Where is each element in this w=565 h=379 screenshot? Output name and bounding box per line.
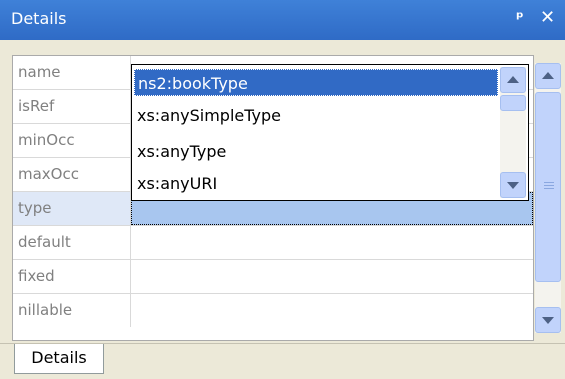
dropdown-scrollbar[interactable] [500,67,526,198]
fixed-select[interactable] [131,260,533,293]
scroll-thumb[interactable] [535,92,561,282]
property-row-fixed[interactable]: fixed [13,260,533,294]
titlebar: Details ᵖ ✕ [0,0,565,40]
property-label: name [13,56,131,89]
type-dropdown-list[interactable]: ns2:bookType xs:anySimpleType xs:anyType… [131,64,529,201]
scroll-down-icon[interactable] [500,172,526,198]
scroll-thumb[interactable] [500,95,526,111]
dropdown-option[interactable]: ns2:bookType [134,69,498,96]
property-label: maxOcc [13,158,131,191]
dropdown-option[interactable]: xs:anyURI [134,170,498,197]
property-label: minOcc [13,124,131,157]
property-label: default [13,226,131,259]
property-label: nillable [13,294,131,327]
nillable-select[interactable] [131,294,533,327]
dropdown-option[interactable]: xs:anyType [134,138,498,165]
scroll-down-icon[interactable] [535,307,561,333]
grid-scrollbar[interactable] [535,63,561,333]
property-label: fixed [13,260,131,293]
scroll-up-icon[interactable] [535,63,561,89]
property-row-nillable[interactable]: nillable [13,294,533,328]
default-select[interactable] [131,226,533,259]
tab-strip: Details [0,343,565,379]
pin-icon[interactable]: ᵖ [516,8,524,27]
window-title: Details [11,9,67,28]
tab-details[interactable]: Details [14,344,104,374]
details-window: Details ᵖ ✕ name isRef minOcc maxOcc typ… [0,0,565,379]
dropdown-option[interactable]: xs:anySimpleType [134,102,498,129]
grip-icon [544,182,554,189]
close-icon[interactable]: ✕ [540,7,555,28]
property-label: isRef [13,90,131,123]
scroll-up-icon[interactable] [500,67,526,93]
property-row-default[interactable]: default [13,226,533,260]
property-label: type [13,192,131,225]
